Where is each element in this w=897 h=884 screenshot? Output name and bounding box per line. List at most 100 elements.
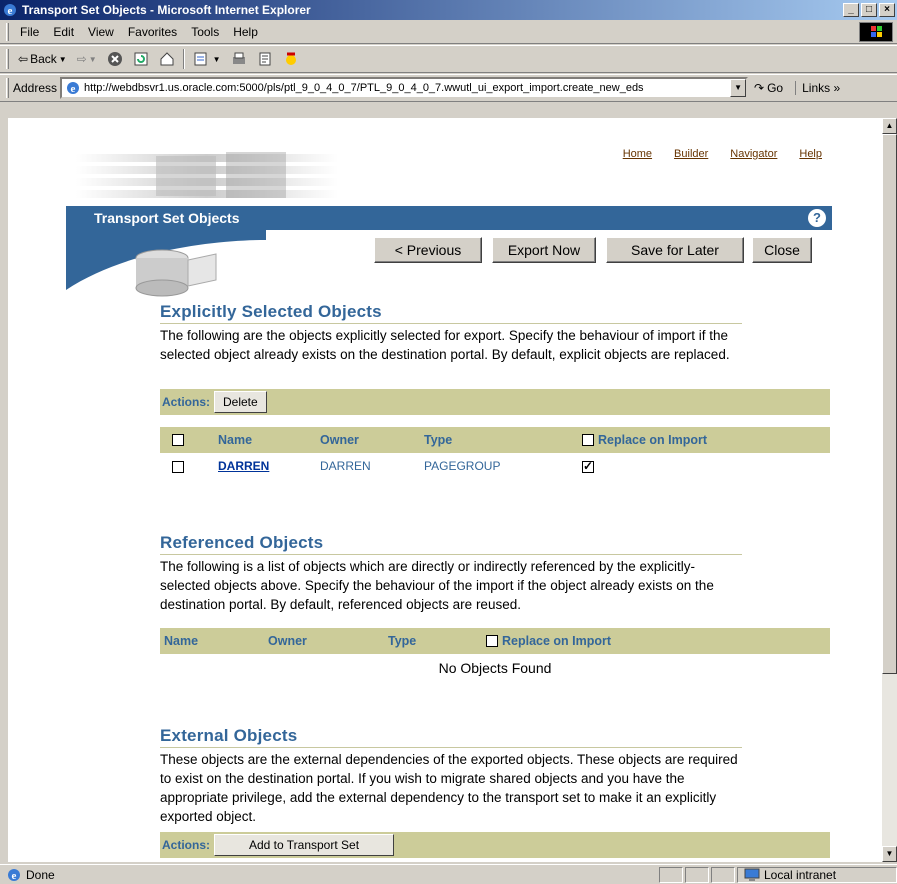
print-icon bbox=[232, 52, 245, 64]
vertical-scrollbar[interactable]: ▲ ▼ bbox=[882, 118, 897, 862]
column-name: Name bbox=[218, 433, 253, 447]
close-window-button[interactable]: × bbox=[879, 3, 895, 17]
svg-text:e: e bbox=[12, 870, 17, 882]
stop-button[interactable] bbox=[102, 47, 128, 71]
minimize-button[interactable]: _ bbox=[843, 3, 859, 17]
navigator-link[interactable]: Navigator bbox=[730, 148, 777, 160]
global-links: Home Builder Navigator Help bbox=[623, 148, 822, 160]
menu-tools[interactable]: Tools bbox=[184, 25, 226, 39]
back-arrow-icon: ⇦ bbox=[18, 52, 29, 66]
menu-help[interactable]: Help bbox=[226, 25, 265, 39]
address-url: http://webdbsvr1.us.oracle.com:5000/pls/… bbox=[84, 82, 644, 94]
address-label: Address bbox=[13, 81, 58, 95]
replace-all-checkbox[interactable] bbox=[486, 635, 498, 647]
refresh-icon bbox=[134, 52, 148, 66]
window-title: Transport Set Objects - Microsoft Intern… bbox=[22, 3, 311, 17]
discuss-button[interactable] bbox=[252, 47, 278, 71]
messenger-button[interactable] bbox=[278, 47, 304, 71]
page-banner: Transport Set Objects ? bbox=[66, 206, 832, 230]
explicit-description: The following are the objects explicitly… bbox=[160, 328, 730, 362]
external-actions-bar: Actions: Add to Transport Set bbox=[160, 832, 830, 858]
home-button[interactable] bbox=[154, 47, 180, 71]
chevron-down-icon: ▼ bbox=[88, 54, 97, 64]
stop-icon bbox=[107, 52, 122, 66]
referenced-table-header: Name Owner Type Replace on Import bbox=[160, 628, 830, 654]
notepad-icon bbox=[259, 52, 271, 66]
messenger-icon bbox=[285, 52, 296, 65]
wizard-buttons: < Previous Export Now Save for Later Clo… bbox=[374, 237, 812, 263]
chevron-down-icon: ▼ bbox=[212, 54, 221, 64]
object-type: PAGEGROUP bbox=[424, 459, 501, 473]
browser-window: e Transport Set Objects - Microsoft Inte… bbox=[0, 0, 897, 884]
table-row: DARREN DARREN PAGEGROUP bbox=[160, 456, 830, 478]
close-button[interactable]: Close bbox=[752, 237, 812, 263]
menu-edit[interactable]: Edit bbox=[46, 25, 81, 39]
explicit-actions-bar: Actions: Delete bbox=[160, 389, 830, 415]
page-title: Transport Set Objects bbox=[94, 210, 240, 226]
back-button[interactable]: ⇦ Back ▼ bbox=[13, 47, 72, 71]
column-owner: Owner bbox=[268, 634, 307, 648]
address-dropdown-button[interactable]: ▼ bbox=[730, 79, 747, 97]
go-button[interactable]: ↷ Go bbox=[754, 81, 783, 95]
add-to-transport-set-button[interactable]: Add to Transport Set bbox=[214, 834, 394, 856]
replace-all-checkbox[interactable] bbox=[582, 434, 594, 446]
actions-label: Actions: bbox=[162, 395, 210, 409]
referenced-title: Referenced Objects bbox=[160, 533, 742, 555]
svg-text:e: e bbox=[8, 5, 13, 17]
title-bar: e Transport Set Objects - Microsoft Inte… bbox=[0, 0, 897, 20]
menu-bar: File Edit View Favorites Tools Help bbox=[0, 20, 897, 44]
external-description: These objects are the external dependenc… bbox=[160, 752, 738, 824]
home-link[interactable]: Home bbox=[623, 148, 652, 160]
address-input[interactable]: e http://webdbsvr1.us.oracle.com:5000/pl… bbox=[60, 77, 749, 99]
help-link[interactable]: Help bbox=[799, 148, 822, 160]
row-select-checkbox[interactable] bbox=[172, 461, 184, 473]
explicit-title: Explicitly Selected Objects bbox=[160, 302, 742, 324]
external-title: External Objects bbox=[160, 726, 742, 748]
help-icon[interactable]: ? bbox=[808, 209, 826, 227]
object-owner: DARREN bbox=[320, 459, 371, 473]
scroll-up-button[interactable]: ▲ bbox=[882, 118, 897, 134]
explicit-section: Explicitly Selected Objects The followin… bbox=[160, 302, 742, 364]
save-for-later-button[interactable]: Save for Later bbox=[606, 237, 744, 263]
go-arrow-icon: ↷ bbox=[754, 81, 765, 95]
edit-page-icon bbox=[194, 52, 207, 66]
edit-button[interactable]: ▼ bbox=[188, 47, 226, 71]
scroll-thumb[interactable] bbox=[882, 134, 897, 674]
delete-button[interactable]: Delete bbox=[214, 391, 267, 413]
page-icon: e bbox=[67, 82, 80, 95]
menu-file[interactable]: File bbox=[13, 25, 46, 39]
column-owner: Owner bbox=[320, 433, 359, 447]
maximize-button[interactable]: □ bbox=[861, 3, 877, 17]
column-replace: Replace on Import bbox=[502, 634, 612, 648]
svg-text:e: e bbox=[71, 83, 76, 95]
database-icon bbox=[66, 230, 266, 297]
chevron-down-icon: ▼ bbox=[58, 54, 67, 64]
refresh-button[interactable] bbox=[128, 47, 154, 71]
export-now-button[interactable]: Export Now bbox=[492, 237, 596, 263]
select-all-checkbox[interactable] bbox=[172, 434, 184, 446]
empty-message: No Objects Found bbox=[438, 660, 552, 676]
builder-link[interactable]: Builder bbox=[674, 148, 708, 160]
security-zone: Local intranet bbox=[737, 866, 897, 883]
print-button[interactable] bbox=[226, 47, 252, 71]
referenced-section: Referenced Objects The following is a li… bbox=[160, 533, 742, 614]
portal-logo bbox=[76, 152, 338, 198]
menu-view[interactable]: View bbox=[81, 25, 121, 39]
replace-on-import-checkbox[interactable] bbox=[582, 459, 594, 473]
standard-toolbar: ⇦ Back ▼ ⇨ ▼ ▼ bbox=[0, 45, 897, 73]
forward-button[interactable]: ⇨ ▼ bbox=[72, 47, 102, 71]
referenced-description: The following is a list of objects which… bbox=[160, 559, 714, 612]
object-name-link[interactable]: DARREN bbox=[218, 459, 269, 473]
page-content: Home Builder Navigator Help Transport Se… bbox=[8, 118, 882, 862]
menu-favorites[interactable]: Favorites bbox=[121, 25, 184, 39]
column-type: Type bbox=[424, 433, 453, 447]
links-button[interactable]: Links » bbox=[795, 81, 840, 95]
zone-label: Local intranet bbox=[764, 867, 837, 882]
forward-arrow-icon: ⇨ bbox=[76, 52, 87, 66]
actions-label: Actions: bbox=[162, 838, 210, 852]
column-name: Name bbox=[164, 634, 199, 648]
status-text: Done bbox=[26, 867, 55, 882]
column-type: Type bbox=[388, 634, 417, 648]
previous-button[interactable]: < Previous bbox=[374, 237, 482, 263]
scroll-down-button[interactable]: ▼ bbox=[882, 846, 897, 862]
